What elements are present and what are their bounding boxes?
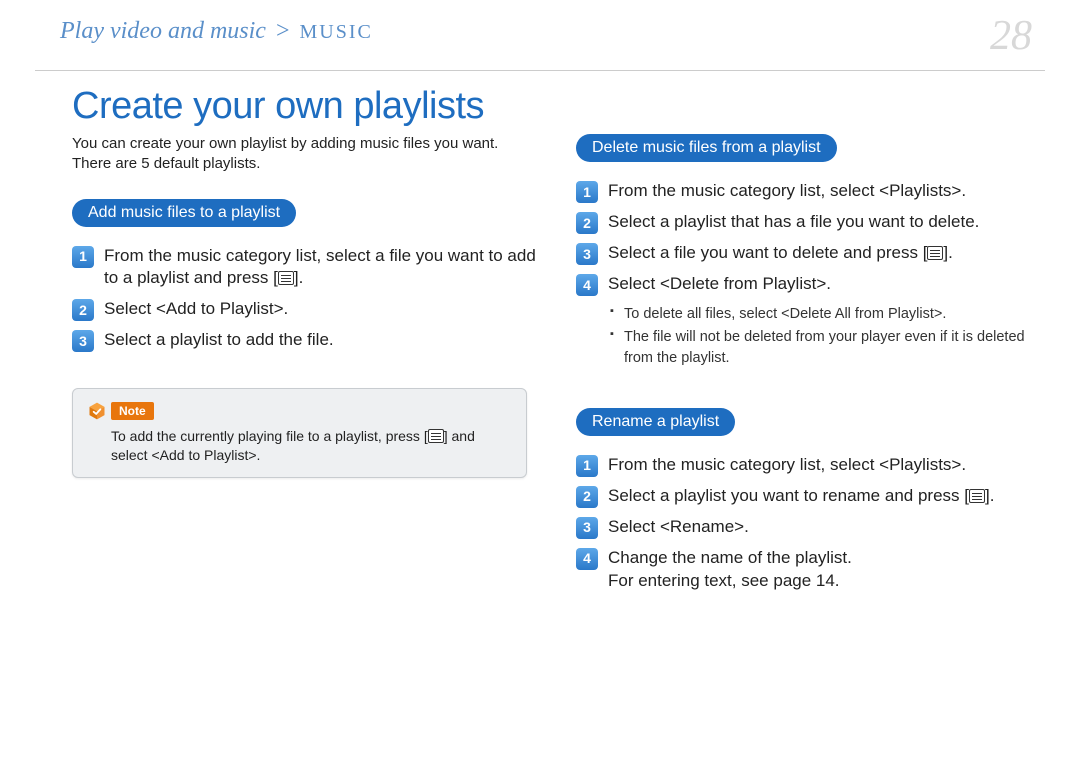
step-number-icon: 4: [576, 548, 598, 570]
step-text: Select a playlist to add the file.: [104, 329, 536, 352]
page-number: 28: [990, 12, 1032, 60]
chevron-right-icon: >: [276, 18, 290, 44]
step-text: Select <Rename>.: [608, 516, 1040, 539]
content-columns: You can create your own playlist by addi…: [0, 134, 1080, 623]
breadcrumb: Play video and music > MUSIC: [60, 18, 373, 45]
step-text: Select <Add to Playlist>.: [104, 298, 536, 321]
left-column: You can create your own playlist by addi…: [72, 134, 536, 623]
step-number-icon: 2: [576, 212, 598, 234]
step-item: 2 Select a playlist you want to rename a…: [576, 485, 1040, 508]
step-number-icon: 1: [72, 246, 94, 268]
bullets-delete: To delete all files, select <Delete All …: [576, 304, 1040, 368]
note-box: Note To add the currently playing file t…: [72, 388, 527, 478]
subheading-add: Add music files to a playlist: [72, 199, 296, 227]
steps-add: 1 From the music category list, select a…: [72, 245, 536, 353]
page-header: Play video and music > MUSIC 28: [0, 0, 1080, 70]
menu-icon: [278, 271, 294, 285]
step-item: 4 Change the name of the playlist.For en…: [576, 547, 1040, 593]
menu-icon: [969, 489, 985, 503]
menu-icon: [428, 429, 444, 443]
step-item: 3 Select <Rename>.: [576, 516, 1040, 539]
bullet-item: To delete all files, select <Delete All …: [610, 304, 1040, 324]
subheading-delete: Delete music files from a playlist: [576, 134, 837, 162]
step-item: 2 Select <Add to Playlist>.: [72, 298, 536, 321]
section-rename: Rename a playlist 1 From the music categ…: [576, 408, 1040, 593]
step-text: From the music category list, select a f…: [104, 245, 536, 291]
step-number-icon: 2: [576, 486, 598, 508]
subheading-rename: Rename a playlist: [576, 408, 735, 436]
step-number-icon: 3: [576, 517, 598, 539]
step-number-icon: 1: [576, 181, 598, 203]
step-number-icon: 3: [576, 243, 598, 265]
breadcrumb-parent: Play video and music: [60, 18, 266, 44]
section-delete: Delete music files from a playlist 1 Fro…: [576, 134, 1040, 368]
step-text: Change the name of the playlist.For ente…: [608, 547, 1040, 593]
step-item: 4 Select <Delete from Playlist>.: [576, 273, 1040, 296]
step-item: 1 From the music category list, select <…: [576, 454, 1040, 477]
breadcrumb-section: MUSIC: [300, 21, 373, 43]
steps-rename: 1 From the music category list, select <…: [576, 454, 1040, 593]
step-number-icon: 2: [72, 299, 94, 321]
page-title: Create your own playlists: [0, 71, 1080, 134]
step-item: 3 Select a file you want to delete and p…: [576, 242, 1040, 265]
right-column: Delete music files from a playlist 1 Fro…: [576, 134, 1040, 623]
cube-icon: [87, 401, 107, 421]
step-text: Select a file you want to delete and pre…: [608, 242, 1040, 265]
step-item: 2 Select a playlist that has a file you …: [576, 211, 1040, 234]
intro-text: You can create your own playlist by addi…: [72, 134, 536, 175]
note-label: Note: [111, 402, 154, 420]
step-item: 1 From the music category list, select a…: [72, 245, 536, 291]
note-header: Note: [87, 401, 512, 421]
step-text: Select a playlist you want to rename and…: [608, 485, 1040, 508]
step-item: 1 From the music category list, select <…: [576, 180, 1040, 203]
bullet-item: The file will not be deleted from your p…: [610, 327, 1040, 368]
step-number-icon: 3: [72, 330, 94, 352]
menu-icon: [927, 246, 943, 260]
step-text: Select <Delete from Playlist>.: [608, 273, 1040, 296]
steps-delete: 1 From the music category list, select <…: [576, 180, 1040, 296]
note-text: To add the currently playing file to a p…: [87, 427, 512, 465]
step-item: 3 Select a playlist to add the file.: [72, 329, 536, 352]
step-text: Select a playlist that has a file you wa…: [608, 211, 1040, 234]
step-number-icon: 4: [576, 274, 598, 296]
step-number-icon: 1: [576, 455, 598, 477]
step-text: From the music category list, select <Pl…: [608, 454, 1040, 477]
step-text: From the music category list, select <Pl…: [608, 180, 1040, 203]
